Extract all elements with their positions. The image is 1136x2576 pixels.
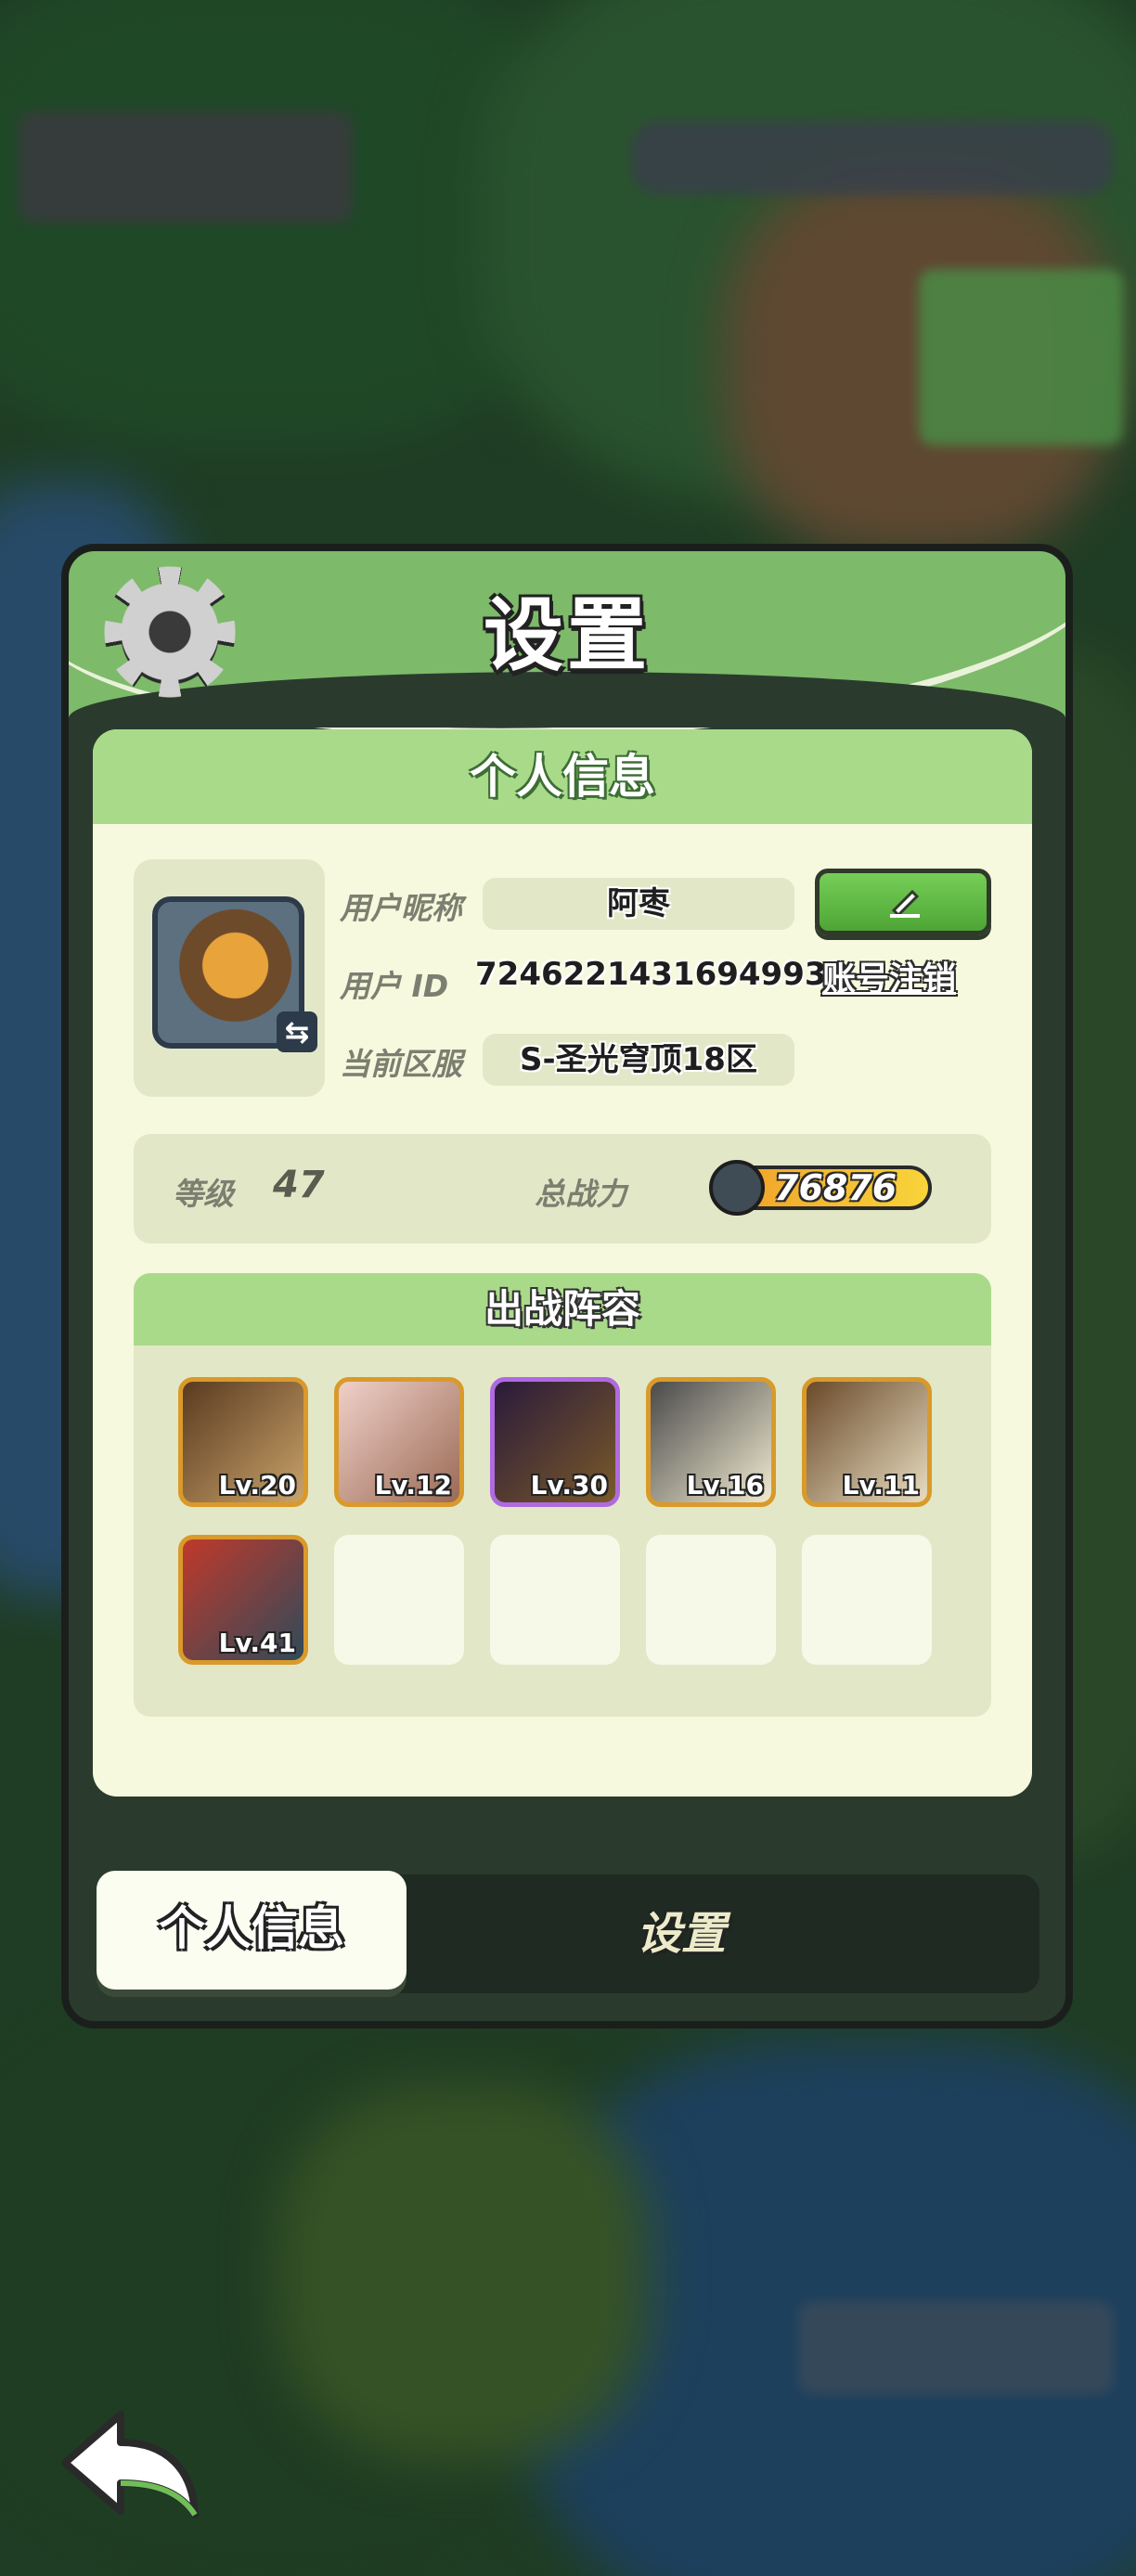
hero-slot-6[interactable]: Lv.41 [178,1535,308,1665]
user-id-label: 用户 ID [340,968,449,1004]
dialog-title: 设置 [484,589,651,682]
back-arrow-icon[interactable] [56,2405,204,2522]
tab-personal-info[interactable]: 个人信息 [97,1871,407,1990]
user-id-value: 72462214316949938 [475,956,849,993]
crossed-swords-icon [709,1160,765,1216]
hero-level: Lv.41 [218,1628,296,1658]
hero-slot-3[interactable]: Lv.30 [490,1377,620,1507]
hero-level: Lv.12 [374,1470,452,1501]
power-badge: 76876 [709,1160,950,1216]
hero-level: Lv.20 [218,1470,296,1501]
account-deletion-link[interactable]: 账号注销 [822,952,956,1000]
hero-level: Lv.30 [530,1470,608,1501]
empty-hero-slot[interactable] [802,1535,932,1665]
dialog-tab-bar: 个人信息 设置 [97,1871,1039,1993]
empty-hero-slot[interactable] [490,1535,620,1665]
tab-settings[interactable]: 设置 [486,1874,876,1993]
stats-bar: 等级 47 总战力 76876 [134,1134,991,1243]
pencil-icon [890,889,920,918]
blurred-minimap [919,269,1123,445]
blurred-hud [19,111,353,223]
hero-slot-2[interactable]: Lv.12 [334,1377,464,1507]
edit-nickname-button[interactable] [815,869,991,935]
hero-slot-4[interactable]: Lv.16 [646,1377,776,1507]
power-value: 76876 [774,1167,897,1208]
blurred-resource-bar [631,121,1114,195]
server-value: S-圣光穹顶18区 [483,1034,794,1086]
swap-avatar-icon[interactable]: ⇆ [277,1011,317,1052]
personal-info-card: 个人信息 ⇆ 用户昵称 阿枣 用户 ID 72462214316949938 账… [93,729,1032,1797]
hero-level: Lv.16 [686,1470,764,1501]
personal-info-header: 个人信息 [93,729,1032,824]
power-label: 总战力 [535,1176,626,1212]
nickname-value: 阿枣 [483,878,794,930]
empty-hero-slot[interactable] [334,1535,464,1665]
server-label: 当前区服 [340,1046,462,1082]
hero-slot-5[interactable]: Lv.11 [802,1377,932,1507]
hero-level: Lv.11 [842,1470,920,1501]
battle-lineup: 出战阵容 Lv.20 Lv.12 Lv.30 Lv.16 Lv.11 Lv.41 [134,1273,991,1717]
blurred-chat [798,2301,1114,2394]
level-value: 47 [273,1164,325,1206]
nickname-label: 用户昵称 [340,890,462,926]
hero-slot-1[interactable]: Lv.20 [178,1377,308,1507]
level-label: 等级 [173,1176,234,1212]
empty-hero-slot[interactable] [646,1535,776,1665]
avatar-container[interactable]: ⇆ [134,859,325,1097]
lineup-header: 出战阵容 [134,1273,991,1346]
